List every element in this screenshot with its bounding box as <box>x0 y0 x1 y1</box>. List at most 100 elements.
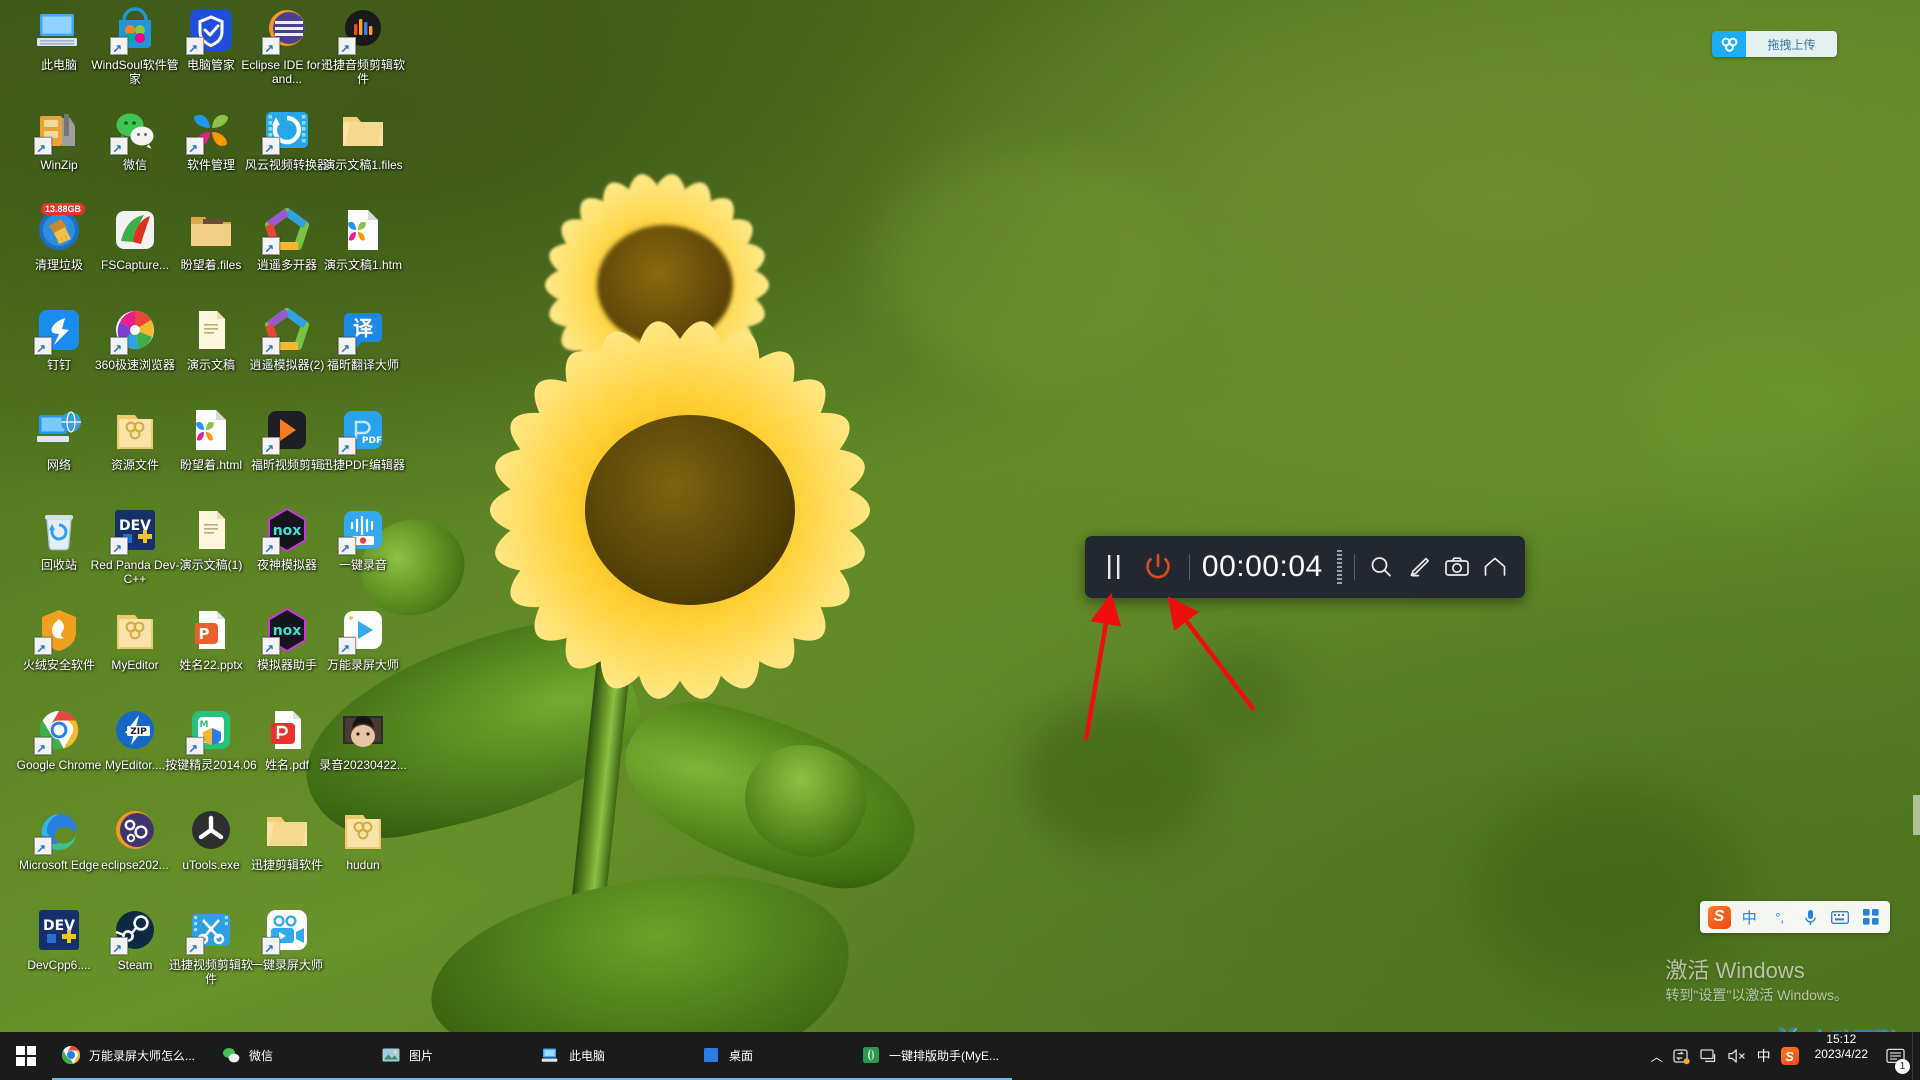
desktop-icon-label: 逍遥多开器 <box>256 258 317 272</box>
html-file-icon <box>187 406 235 454</box>
foxit-translate-icon: 译 <box>338 306 387 357</box>
punctuation-icon[interactable]: °, <box>1764 910 1794 925</box>
sogou-ime-bar[interactable]: S 中 °, <box>1700 901 1890 933</box>
nox-helper-icon: nox <box>262 606 311 657</box>
taskbar-item-label: 此电脑 <box>569 1048 606 1063</box>
desktop-icon-label: Steam <box>117 958 153 972</box>
this-pc-icon <box>35 6 83 54</box>
eclipse-icon <box>262 6 311 57</box>
desktop-icon[interactable]: 一键录屏大师 <box>240 906 334 972</box>
clean-junk-icon: 13.88GB <box>35 203 86 254</box>
search-icon[interactable] <box>1367 550 1395 584</box>
desktop-icon[interactable]: 演示文稿1.htm <box>316 206 410 272</box>
pptx-file-icon: P <box>187 606 235 654</box>
desktop-icon-label: DevCpp6.... <box>27 958 91 972</box>
network-icon[interactable] <box>1699 1048 1718 1064</box>
wechat-icon <box>220 1044 242 1066</box>
show-hidden-icons-chevron[interactable]: ︿ <box>1651 1048 1663 1065</box>
desktop-icon-label: 模拟器助手 <box>256 658 317 672</box>
folder-hudun-icon <box>339 806 387 854</box>
voice-input-icon[interactable] <box>1795 909 1825 926</box>
stop-recording-button[interactable] <box>1142 548 1173 586</box>
taskbar-item[interactable]: 微信 <box>212 1032 372 1080</box>
desktop-icon-label: 夜神模拟器 <box>256 558 317 572</box>
show-desktop-button[interactable] <box>1912 1032 1920 1080</box>
screen-edge-scroll-nub[interactable] <box>1913 795 1920 835</box>
dingtalk-icon <box>34 306 83 357</box>
one-key-screen-recorder-icon <box>262 906 311 957</box>
desktop-icon[interactable]: 译福昕翻译大师 <box>316 306 410 372</box>
desktop-icon[interactable]: 一键录音 <box>316 506 410 572</box>
desktop-icon-label: eclipse202... <box>101 858 169 872</box>
one-key-record-icon <box>338 506 387 557</box>
desktop-icon-label: hudun <box>346 858 380 872</box>
baidu-netdisk-upload-widget[interactable]: 拖拽上传 <box>1712 31 1837 57</box>
screen-recorder-toolbar[interactable]: 00:00:04 <box>1085 536 1525 598</box>
desktop-icon[interactable]: hudun <box>316 806 410 872</box>
sogou-logo-icon[interactable]: S <box>1704 905 1734 929</box>
desktop-icon[interactable]: PDF 迅捷PDF编辑器 <box>316 406 410 472</box>
desktop-icon-label: 福昕视频剪辑 <box>250 458 323 472</box>
desktop-icon-label: 福昕翻译大师 <box>326 358 399 372</box>
photos-icon <box>380 1044 402 1066</box>
chinese-mode-icon[interactable]: 中 <box>1734 907 1764 928</box>
desktop-icon-label: 电脑管家 <box>186 58 235 72</box>
memu-multi-icon <box>262 206 311 257</box>
taskbar-item[interactable]: 图片 <box>372 1032 532 1080</box>
ime-toolbox-icon[interactable] <box>1856 909 1886 925</box>
desktop-icon-label: FSCapture... <box>100 258 170 272</box>
soft-keyboard-icon[interactable] <box>1825 910 1855 924</box>
desktop-icon-label: 迅捷音频剪辑软件 <box>320 58 405 86</box>
desktop-icon[interactable]: 迅捷音频剪辑软件 <box>316 6 410 86</box>
desktop-icon[interactable]: 录音20230422... <box>316 706 410 772</box>
desktop-icon-label: 盼望着.files <box>180 258 242 272</box>
activate-windows-title: 激活 Windows <box>1665 958 1805 983</box>
taskbar-clock[interactable]: 15:12 2023/4/22 <box>1805 1032 1878 1080</box>
steam-icon <box>110 906 159 957</box>
audio-editor-icon <box>338 6 387 57</box>
recording-timer: 00:00:04 <box>1201 550 1323 583</box>
this-pc-icon <box>540 1044 562 1066</box>
taskbar-item[interactable]: 一键排版助手(MyE... <box>852 1032 1012 1080</box>
anjian-icon: M <box>186 706 235 757</box>
huorong-icon <box>34 606 83 657</box>
software-manager-icon <box>186 106 235 157</box>
clock-date: 2023/4/22 <box>1814 1047 1868 1061</box>
sunflower-main <box>330 250 1050 770</box>
taskbar-item[interactable]: 桌面 <box>692 1032 852 1080</box>
recycle-bin-icon <box>35 506 83 554</box>
taskbar-item-label: 图片 <box>409 1048 434 1063</box>
taskbar-item-label: 桌面 <box>729 1048 754 1063</box>
notification-count-badge: 1 <box>1895 1059 1910 1074</box>
desktop-icon-label: 清理垃圾 <box>34 258 83 272</box>
toolbar-drag-handle[interactable] <box>1336 550 1342 584</box>
desktop-icon[interactable]: 万能录屏大师 <box>316 606 410 672</box>
desktop-icon-label: WinZip <box>40 158 78 172</box>
htm-file-icon <box>339 206 387 254</box>
taskbar-item[interactable]: 万能录屏大师怎么... <box>52 1032 212 1080</box>
pause-button[interactable] <box>1101 550 1126 584</box>
desktop-icon-label: 一键录音 <box>338 558 387 572</box>
taskbar-window-buttons: 万能录屏大师怎么... 微信 图片 此电脑 桌面 一键排版助手(MyE... <box>52 1032 1641 1080</box>
sogou-tray-icon[interactable]: S <box>1780 1047 1799 1065</box>
video-converter-icon <box>262 106 311 157</box>
ime-chinese-icon[interactable]: 中 <box>1757 1046 1771 1066</box>
start-button[interactable] <box>0 1032 52 1080</box>
desktop-icon[interactable]: 演示文稿1.files <box>316 106 410 172</box>
onedrive-sync-icon[interactable] <box>1672 1048 1690 1065</box>
pen-icon[interactable] <box>1405 550 1433 584</box>
folder-pictures-icon <box>187 206 235 254</box>
taskbar[interactable]: 万能录屏大师怎么... 微信 图片 此电脑 桌面 一键排版助手(MyE... ︿ 中 S … <box>0 1032 1920 1080</box>
action-center-icon[interactable]: 1 <box>1878 1032 1912 1080</box>
camera-icon[interactable] <box>1443 550 1471 584</box>
home-icon[interactable] <box>1481 550 1509 584</box>
volume-muted-icon[interactable] <box>1727 1048 1747 1064</box>
desktop-icon-label: 360极速浏览器 <box>94 358 176 372</box>
svg-text:M: M <box>200 720 209 730</box>
taskbar-item-label: 微信 <box>249 1048 274 1063</box>
taskbar-item[interactable]: 此电脑 <box>532 1032 692 1080</box>
activate-windows-watermark: 激活 Windows 转到"设置"以激活 Windows。 <box>1665 957 1848 1005</box>
desktop-icon-label: 资源文件 <box>110 458 159 472</box>
desktop-icon-label: 录音20230422... <box>319 758 407 772</box>
pdf-editor-icon: PDF <box>338 406 387 457</box>
